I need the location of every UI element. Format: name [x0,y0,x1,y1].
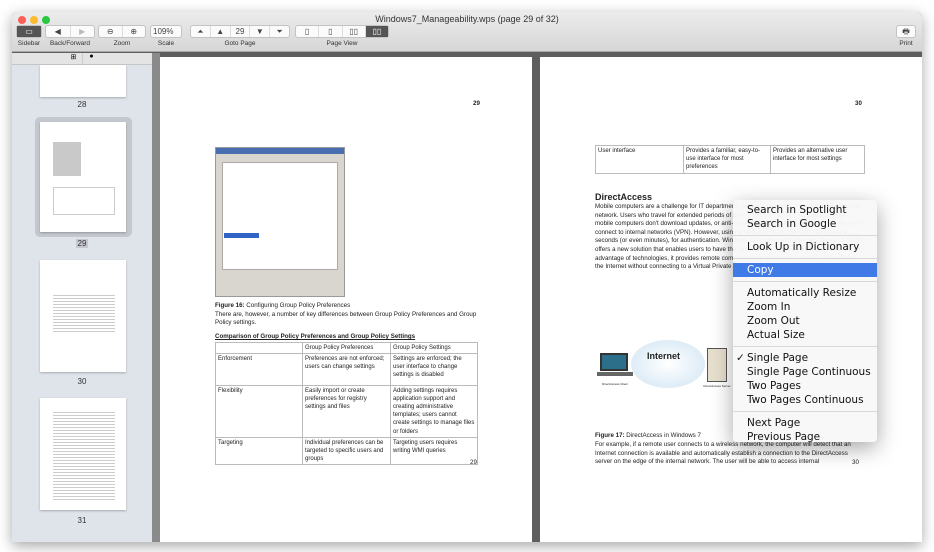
table-row: Enforcement Preferences are not enforced;… [215,353,478,387]
thumbnail-label: 29 [75,239,89,248]
sidebar-splitter[interactable] [152,53,160,542]
menu-item-single-page-continuous[interactable]: Single Page Continuous [733,365,877,379]
zoom-out-icon[interactable]: ⊖ [99,26,123,37]
table-row: Targeting Individual preferences can be t… [215,436,478,465]
figure-caption: Figure 17: DirectAccess in Windows 7 [595,432,701,439]
body-paragraph-2: For example, if a remote user connects t… [595,441,851,465]
page-29: 29 Figure 16: Configuring Group Policy P… [160,57,532,542]
table-title: Comparison of Group Policy Preferences a… [215,333,416,340]
toolbar: Windows7_Manageability.wps (page 29 of 3… [12,12,922,52]
table-row: Flexibility Easily import or create prefe… [215,385,478,438]
thumbnail-label: 30 [77,377,87,386]
page-thumbnail[interactable] [40,122,126,232]
page-number: 30 [855,100,862,107]
first-page-icon[interactable]: ⏶ [191,26,211,37]
menu-item-next-page[interactable]: Next Page [733,416,877,430]
two-pages-continuous-view-icon[interactable]: ▯▯ [365,26,388,37]
section-heading: DirectAccess [595,192,653,202]
page-view-label: Page View [326,40,358,47]
zoom-label: Zoom [113,40,131,47]
page-number: 29 [473,100,480,107]
menu-item-zoom-in[interactable]: Zoom In [733,300,877,314]
intro-paragraph: There are, however, a number of key diff… [215,311,477,327]
menu-item-search-spotlight[interactable]: Search in Spotlight [733,203,877,217]
dialog-screenshot-image [215,147,345,297]
figure-caption: Figure 16: Configuring Group Policy Pref… [215,302,351,309]
print-icon[interactable]: 🖶 [897,26,915,37]
page-footer: 29 [470,459,477,466]
menu-item-auto-resize[interactable]: Automatically Resize [733,286,877,300]
zoom-in-icon[interactable]: ⊕ [123,26,146,37]
menu-item-single-page[interactable]: ✓ Single Page [733,351,877,365]
search-icon[interactable]: ● [83,53,99,64]
page-thumbnail[interactable] [40,65,126,97]
menu-item-copy[interactable]: Copy [733,263,877,277]
menu-item-two-pages-continuous[interactable]: Two Pages Continuous [733,393,877,407]
table-row: User interface Provides a familiar, easy-… [595,145,865,174]
single-page-view-icon[interactable]: ▯ [296,26,320,37]
continued-table: User interface Provides a familiar, easy-… [595,145,865,174]
print-label: Print [899,40,913,47]
page-thumbnail[interactable] [40,398,126,510]
goto-page-label: Goto Page [224,40,256,47]
sidebar-toggle-button[interactable]: ▭ [17,26,41,37]
menu-item-search-google[interactable]: Search in Google [733,217,877,231]
two-pages-view-icon[interactable]: ▯▯ [343,26,366,37]
back-forward-label: Back/Forward [49,40,91,47]
thumbnail-label: 31 [77,516,87,525]
single-continuous-view-icon[interactable]: ▯ [319,26,343,37]
forward-button[interactable]: ▶ [71,26,95,37]
sidebar-label: Sidebar [17,40,41,47]
last-page-icon[interactable]: ⏷ [270,26,289,37]
page-footer: 30 [852,459,859,466]
directaccess-diagram: Internet DirectAccess Client DirectAcces… [597,340,747,400]
page-thumbnail[interactable] [40,260,126,372]
next-page-icon[interactable]: ▼ [250,26,271,37]
scale-input[interactable]: 109% [151,26,181,37]
menu-item-actual-size[interactable]: Actual Size [733,328,877,342]
context-menu: Search in Spotlight Search in Google Loo… [733,200,877,444]
menu-item-look-up[interactable]: Look Up in Dictionary [733,240,877,254]
page-number-input[interactable]: 29 [231,26,251,37]
thumbnail-sidebar: ⊞ ● 28 29 30 31 [12,53,152,542]
previous-page-icon[interactable]: ▲ [211,26,231,37]
window-title: Windows7_Manageability.wps (page 29 of 3… [375,14,559,24]
menu-item-two-pages[interactable]: Two Pages [733,379,877,393]
thumbnail-label: 28 [77,100,87,109]
scale-label: Scale [157,40,175,47]
back-button[interactable]: ◀ [46,26,71,37]
comparison-table: Group Policy Preferences Group Policy Set… [215,341,478,465]
checkmark-icon: ✓ [736,352,745,364]
menu-item-previous-page[interactable]: Previous Page [733,430,877,444]
thumbnails-grid-icon[interactable]: ⊞ [64,53,84,64]
menu-item-zoom-out[interactable]: Zoom Out [733,314,877,328]
